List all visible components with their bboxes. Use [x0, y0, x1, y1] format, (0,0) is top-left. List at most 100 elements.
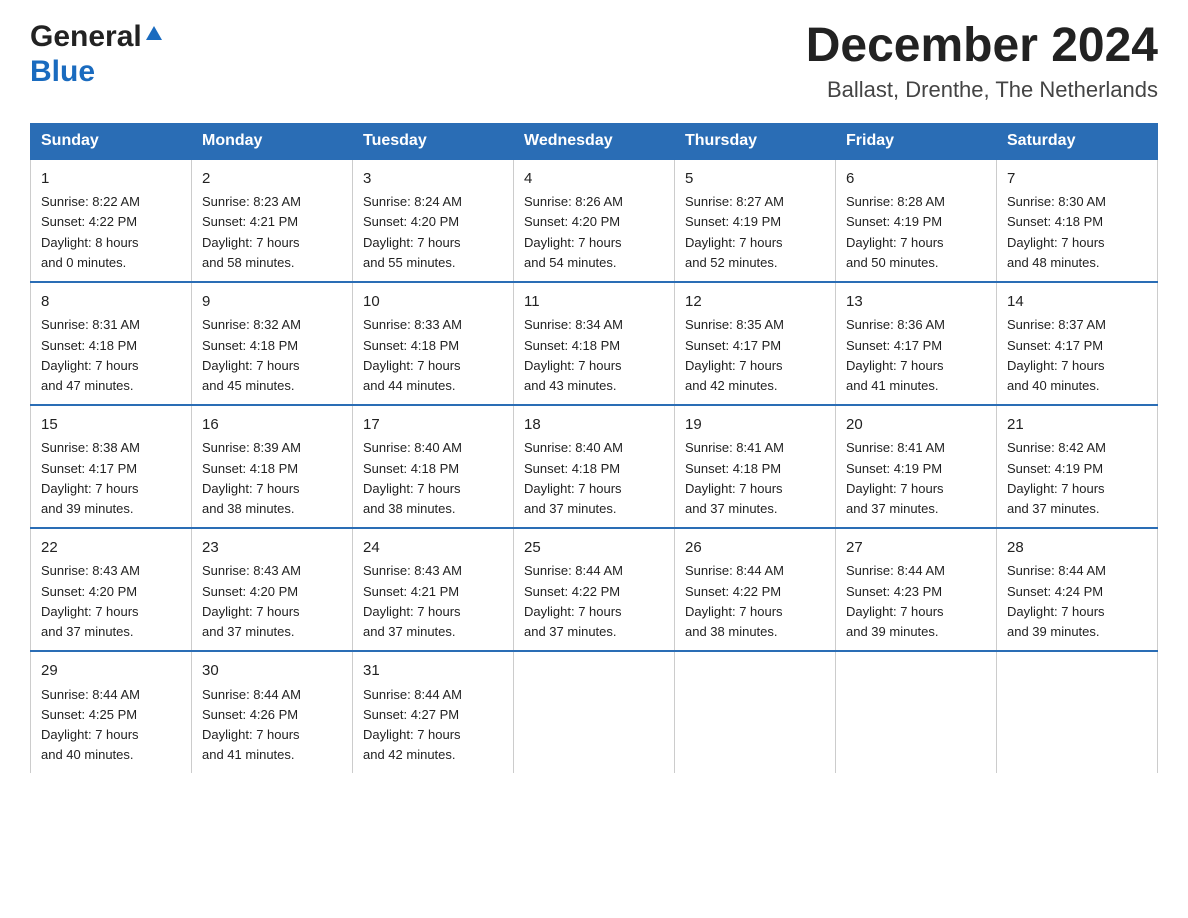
day-number: 12	[685, 291, 825, 314]
day-info: Sunrise: 8:44 AM Sunset: 4:25 PM Dayligh…	[41, 685, 181, 766]
day-number: 28	[1007, 537, 1147, 560]
day-cell-25: 25Sunrise: 8:44 AM Sunset: 4:22 PM Dayli…	[514, 528, 675, 651]
day-number: 9	[202, 291, 342, 314]
day-info: Sunrise: 8:30 AM Sunset: 4:18 PM Dayligh…	[1007, 192, 1147, 273]
day-cell-20: 20Sunrise: 8:41 AM Sunset: 4:19 PM Dayli…	[836, 405, 997, 528]
day-info: Sunrise: 8:44 AM Sunset: 4:27 PM Dayligh…	[363, 685, 503, 766]
day-cell-11: 11Sunrise: 8:34 AM Sunset: 4:18 PM Dayli…	[514, 282, 675, 405]
day-info: Sunrise: 8:22 AM Sunset: 4:22 PM Dayligh…	[41, 192, 181, 273]
day-cell-1: 1Sunrise: 8:22 AM Sunset: 4:22 PM Daylig…	[31, 159, 192, 282]
day-info: Sunrise: 8:33 AM Sunset: 4:18 PM Dayligh…	[363, 315, 503, 396]
day-info: Sunrise: 8:44 AM Sunset: 4:22 PM Dayligh…	[685, 561, 825, 642]
day-cell-3: 3Sunrise: 8:24 AM Sunset: 4:20 PM Daylig…	[353, 159, 514, 282]
day-info: Sunrise: 8:41 AM Sunset: 4:19 PM Dayligh…	[846, 438, 986, 519]
page-title: December 2024	[806, 20, 1158, 73]
day-number: 21	[1007, 414, 1147, 437]
day-number: 24	[363, 537, 503, 560]
day-info: Sunrise: 8:40 AM Sunset: 4:18 PM Dayligh…	[363, 438, 503, 519]
day-info: Sunrise: 8:40 AM Sunset: 4:18 PM Dayligh…	[524, 438, 664, 519]
day-number: 16	[202, 414, 342, 437]
title-area: December 2024 Ballast, Drenthe, The Neth…	[806, 20, 1158, 103]
empty-cell	[997, 651, 1158, 773]
empty-cell	[675, 651, 836, 773]
day-cell-23: 23Sunrise: 8:43 AM Sunset: 4:20 PM Dayli…	[192, 528, 353, 651]
day-info: Sunrise: 8:44 AM Sunset: 4:23 PM Dayligh…	[846, 561, 986, 642]
day-info: Sunrise: 8:32 AM Sunset: 4:18 PM Dayligh…	[202, 315, 342, 396]
day-cell-4: 4Sunrise: 8:26 AM Sunset: 4:20 PM Daylig…	[514, 159, 675, 282]
day-cell-6: 6Sunrise: 8:28 AM Sunset: 4:19 PM Daylig…	[836, 159, 997, 282]
day-cell-30: 30Sunrise: 8:44 AM Sunset: 4:26 PM Dayli…	[192, 651, 353, 773]
day-cell-31: 31Sunrise: 8:44 AM Sunset: 4:27 PM Dayli…	[353, 651, 514, 773]
day-number: 2	[202, 168, 342, 191]
header-wednesday: Wednesday	[514, 123, 675, 159]
calendar-table: SundayMondayTuesdayWednesdayThursdayFrid…	[30, 123, 1158, 773]
day-number: 29	[41, 660, 181, 683]
day-cell-16: 16Sunrise: 8:39 AM Sunset: 4:18 PM Dayli…	[192, 405, 353, 528]
day-info: Sunrise: 8:39 AM Sunset: 4:18 PM Dayligh…	[202, 438, 342, 519]
day-cell-15: 15Sunrise: 8:38 AM Sunset: 4:17 PM Dayli…	[31, 405, 192, 528]
day-number: 19	[685, 414, 825, 437]
day-cell-21: 21Sunrise: 8:42 AM Sunset: 4:19 PM Dayli…	[997, 405, 1158, 528]
day-cell-5: 5Sunrise: 8:27 AM Sunset: 4:19 PM Daylig…	[675, 159, 836, 282]
logo-general-text: General	[30, 20, 142, 55]
day-info: Sunrise: 8:44 AM Sunset: 4:22 PM Dayligh…	[524, 561, 664, 642]
day-cell-13: 13Sunrise: 8:36 AM Sunset: 4:17 PM Dayli…	[836, 282, 997, 405]
day-cell-24: 24Sunrise: 8:43 AM Sunset: 4:21 PM Dayli…	[353, 528, 514, 651]
header-saturday: Saturday	[997, 123, 1158, 159]
day-number: 6	[846, 168, 986, 191]
header-tuesday: Tuesday	[353, 123, 514, 159]
day-info: Sunrise: 8:36 AM Sunset: 4:17 PM Dayligh…	[846, 315, 986, 396]
day-number: 27	[846, 537, 986, 560]
header-area: General Blue December 2024 Ballast, Dren…	[30, 20, 1158, 103]
logo: General Blue	[30, 20, 162, 89]
day-info: Sunrise: 8:43 AM Sunset: 4:20 PM Dayligh…	[41, 561, 181, 642]
week-row-5: 29Sunrise: 8:44 AM Sunset: 4:25 PM Dayli…	[31, 651, 1158, 773]
day-number: 26	[685, 537, 825, 560]
day-number: 23	[202, 537, 342, 560]
logo-blue-text: Blue	[30, 55, 95, 88]
day-number: 30	[202, 660, 342, 683]
day-cell-18: 18Sunrise: 8:40 AM Sunset: 4:18 PM Dayli…	[514, 405, 675, 528]
day-info: Sunrise: 8:41 AM Sunset: 4:18 PM Dayligh…	[685, 438, 825, 519]
day-cell-29: 29Sunrise: 8:44 AM Sunset: 4:25 PM Dayli…	[31, 651, 192, 773]
day-number: 11	[524, 291, 664, 314]
calendar-header-row: SundayMondayTuesdayWednesdayThursdayFrid…	[31, 123, 1158, 159]
day-info: Sunrise: 8:26 AM Sunset: 4:20 PM Dayligh…	[524, 192, 664, 273]
day-cell-8: 8Sunrise: 8:31 AM Sunset: 4:18 PM Daylig…	[31, 282, 192, 405]
day-cell-9: 9Sunrise: 8:32 AM Sunset: 4:18 PM Daylig…	[192, 282, 353, 405]
day-number: 5	[685, 168, 825, 191]
day-info: Sunrise: 8:44 AM Sunset: 4:26 PM Dayligh…	[202, 685, 342, 766]
day-cell-26: 26Sunrise: 8:44 AM Sunset: 4:22 PM Dayli…	[675, 528, 836, 651]
day-info: Sunrise: 8:24 AM Sunset: 4:20 PM Dayligh…	[363, 192, 503, 273]
day-number: 31	[363, 660, 503, 683]
day-info: Sunrise: 8:28 AM Sunset: 4:19 PM Dayligh…	[846, 192, 986, 273]
day-info: Sunrise: 8:43 AM Sunset: 4:21 PM Dayligh…	[363, 561, 503, 642]
day-cell-22: 22Sunrise: 8:43 AM Sunset: 4:20 PM Dayli…	[31, 528, 192, 651]
day-cell-28: 28Sunrise: 8:44 AM Sunset: 4:24 PM Dayli…	[997, 528, 1158, 651]
day-cell-10: 10Sunrise: 8:33 AM Sunset: 4:18 PM Dayli…	[353, 282, 514, 405]
day-number: 17	[363, 414, 503, 437]
day-number: 22	[41, 537, 181, 560]
day-info: Sunrise: 8:34 AM Sunset: 4:18 PM Dayligh…	[524, 315, 664, 396]
day-number: 7	[1007, 168, 1147, 191]
day-number: 3	[363, 168, 503, 191]
week-row-1: 1Sunrise: 8:22 AM Sunset: 4:22 PM Daylig…	[31, 159, 1158, 282]
header-sunday: Sunday	[31, 123, 192, 159]
day-info: Sunrise: 8:38 AM Sunset: 4:17 PM Dayligh…	[41, 438, 181, 519]
week-row-3: 15Sunrise: 8:38 AM Sunset: 4:17 PM Dayli…	[31, 405, 1158, 528]
header-monday: Monday	[192, 123, 353, 159]
day-info: Sunrise: 8:37 AM Sunset: 4:17 PM Dayligh…	[1007, 315, 1147, 396]
header-friday: Friday	[836, 123, 997, 159]
day-number: 25	[524, 537, 664, 560]
day-info: Sunrise: 8:23 AM Sunset: 4:21 PM Dayligh…	[202, 192, 342, 273]
day-cell-17: 17Sunrise: 8:40 AM Sunset: 4:18 PM Dayli…	[353, 405, 514, 528]
day-cell-19: 19Sunrise: 8:41 AM Sunset: 4:18 PM Dayli…	[675, 405, 836, 528]
day-info: Sunrise: 8:35 AM Sunset: 4:17 PM Dayligh…	[685, 315, 825, 396]
day-info: Sunrise: 8:43 AM Sunset: 4:20 PM Dayligh…	[202, 561, 342, 642]
day-number: 14	[1007, 291, 1147, 314]
day-cell-27: 27Sunrise: 8:44 AM Sunset: 4:23 PM Dayli…	[836, 528, 997, 651]
day-number: 10	[363, 291, 503, 314]
day-info: Sunrise: 8:27 AM Sunset: 4:19 PM Dayligh…	[685, 192, 825, 273]
day-cell-14: 14Sunrise: 8:37 AM Sunset: 4:17 PM Dayli…	[997, 282, 1158, 405]
empty-cell	[836, 651, 997, 773]
